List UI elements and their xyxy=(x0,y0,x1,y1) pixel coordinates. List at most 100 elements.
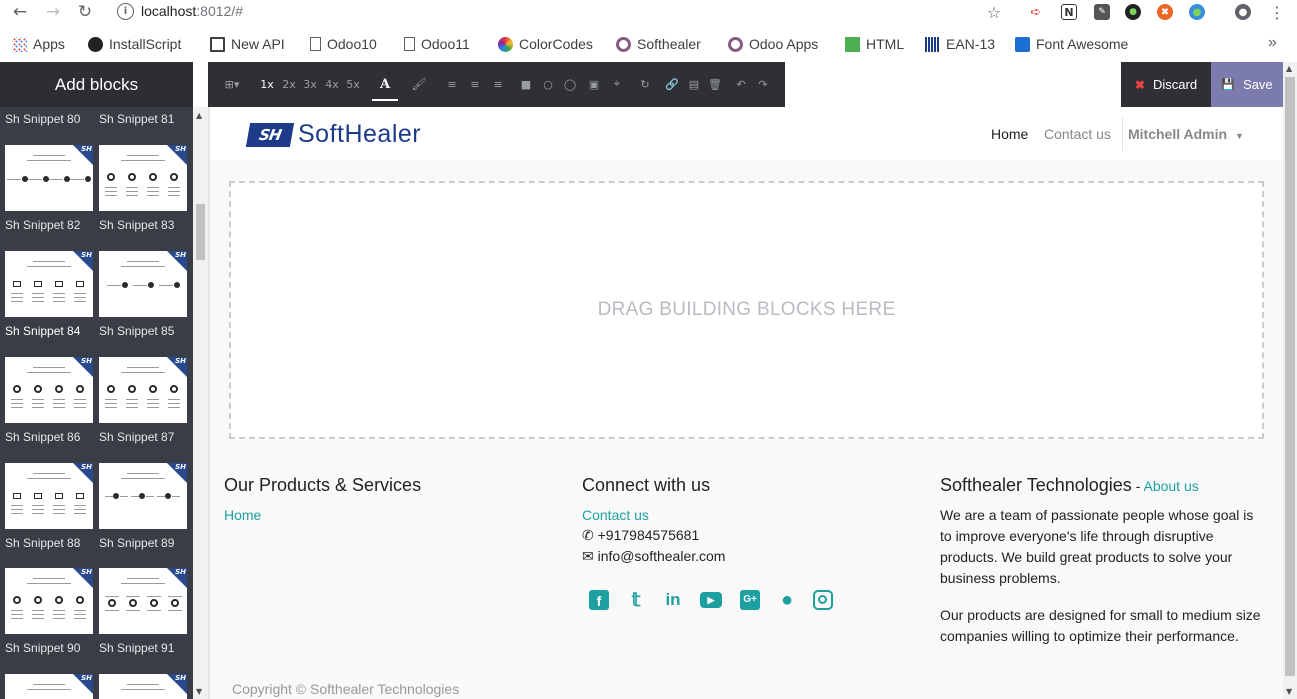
snippet-label[interactable]: Sh Snippet 87 xyxy=(99,430,174,444)
w3-icon xyxy=(845,36,860,52)
about-us-link[interactable]: About us xyxy=(1143,478,1198,494)
square-shape-icon[interactable]: ■ xyxy=(519,76,533,92)
snippet-label[interactable]: Sh Snippet 84 xyxy=(5,324,80,338)
scroll-up-icon[interactable]: ▲ xyxy=(196,111,202,120)
trash-icon[interactable]: 🗑 xyxy=(707,76,723,92)
snippet-thumbnail[interactable]: SH xyxy=(99,145,187,211)
picture-icon[interactable]: ▤ xyxy=(686,76,702,92)
footer-contact-link[interactable]: Contact us xyxy=(582,507,649,523)
twitter-icon[interactable]: 𝕥 xyxy=(625,589,647,611)
snippet-label[interactable]: Sh Snippet 86 xyxy=(5,430,80,444)
scroll-down-icon[interactable]: ▼ xyxy=(1286,687,1292,696)
scroll-down-icon[interactable]: ▼ xyxy=(196,687,202,696)
snippet-thumbnail[interactable]: SH xyxy=(99,674,187,699)
footer-home-link[interactable]: Home xyxy=(224,507,261,523)
undo-icon[interactable]: ↶ xyxy=(733,76,749,92)
instagram-icon[interactable] xyxy=(812,589,834,611)
discard-button[interactable]: ✖ Discard xyxy=(1121,62,1211,107)
bookmark-softhealer[interactable]: Softhealer xyxy=(616,35,701,53)
snippet-label[interactable]: Sh Snippet 80 xyxy=(5,112,80,126)
menu-home[interactable]: Home xyxy=(991,126,1028,142)
snippet-thumbnail[interactable]: SH xyxy=(99,357,187,423)
color-wheel-icon xyxy=(498,36,513,52)
image-icon[interactable]: ▣ xyxy=(586,76,602,92)
extension-n-icon[interactable]: N xyxy=(1061,4,1077,20)
google-plus-icon[interactable]: G+ xyxy=(739,589,761,611)
more-bookmarks-icon[interactable]: » xyxy=(1268,34,1277,52)
info-icon[interactable]: i xyxy=(117,3,134,20)
rounded-shape-icon[interactable]: ◯ xyxy=(563,76,577,92)
bookmark-installscript[interactable]: InstallScript xyxy=(88,35,181,53)
snippet-label[interactable]: Sh Snippet 89 xyxy=(99,536,174,550)
linkedin-icon[interactable]: in xyxy=(662,589,684,611)
scroll-up-icon[interactable]: ▲ xyxy=(1286,64,1292,73)
paint-brush-icon[interactable]: 🖌 xyxy=(410,76,428,92)
extension-globe-icon[interactable]: ● xyxy=(1189,4,1205,20)
account-icon[interactable]: ● xyxy=(1235,4,1251,20)
reload-icon[interactable]: ↻ xyxy=(74,2,96,22)
forward-arrow-icon[interactable]: → xyxy=(42,2,64,22)
site-logo[interactable]: SH SoftHealer xyxy=(245,120,421,149)
align-center-icon[interactable]: ≡ xyxy=(467,76,483,92)
menu-contact-us[interactable]: Contact us xyxy=(1044,126,1111,142)
bookmark-ean13[interactable]: EAN-13 xyxy=(925,35,995,53)
bookmark-odoo-apps[interactable]: Odoo Apps xyxy=(728,35,818,53)
zoom-3x-button[interactable]: 3x xyxy=(302,76,318,92)
snippet-label[interactable]: Sh Snippet 90 xyxy=(5,641,80,655)
refresh-icon[interactable]: ↻ xyxy=(637,76,653,92)
circle-shape-icon[interactable]: ○ xyxy=(541,76,555,92)
crop-icon[interactable]: ⌖ xyxy=(609,76,625,92)
extension-eyedropper-icon[interactable]: ✎ xyxy=(1094,4,1110,20)
redo-icon[interactable]: ↷ xyxy=(755,76,771,92)
bookmark-colorcodes[interactable]: ColorCodes xyxy=(498,35,593,53)
align-left-icon[interactable]: ≡ xyxy=(444,76,460,92)
zoom-4x-button[interactable]: 4x xyxy=(324,76,340,92)
grid-dropdown-icon[interactable]: ⊞▾ xyxy=(220,76,244,92)
bookmark-new-api[interactable]: New API xyxy=(210,35,285,53)
menu-dots-icon[interactable]: ⋮ xyxy=(1266,2,1288,22)
star-icon[interactable]: ☆ xyxy=(983,2,1005,22)
caret-down-icon: ▼ xyxy=(1234,131,1244,141)
address-bar[interactable]: localhost:8012/# xyxy=(141,3,243,19)
extension-orange-icon[interactable]: ✖ xyxy=(1157,4,1173,20)
snippet-thumbnail[interactable]: SH xyxy=(5,463,93,529)
extension-redirect-icon[interactable]: ➪ xyxy=(1028,4,1044,20)
snippet-thumbnail[interactable]: SH xyxy=(5,145,93,211)
extension-speed-icon[interactable]: ● xyxy=(1125,4,1141,20)
snippet-thumbnail[interactable]: SH xyxy=(5,251,93,317)
align-right-icon[interactable]: ≡ xyxy=(490,76,506,92)
snippet-thumbnail[interactable]: SH xyxy=(5,357,93,423)
font-color-icon[interactable]: A xyxy=(374,76,396,92)
snippet-thumbnail[interactable]: SH xyxy=(5,674,93,699)
bookmark-font-awesome[interactable]: Font Awesome xyxy=(1015,35,1128,53)
sidebar-scrollbar[interactable] xyxy=(193,107,208,699)
snippet-label[interactable]: Sh Snippet 83 xyxy=(99,218,174,232)
facebook-icon[interactable]: f xyxy=(588,589,610,611)
snippet-thumbnail[interactable]: SH xyxy=(5,568,93,634)
youtube-icon[interactable]: ▶ xyxy=(700,589,722,611)
user-menu[interactable]: Mitchell Admin ▼ xyxy=(1128,126,1244,142)
zoom-1x-button[interactable]: 1x xyxy=(259,76,275,92)
zoom-5x-button[interactable]: 5x xyxy=(345,76,361,92)
snippet-label[interactable]: Sh Snippet 91 xyxy=(99,641,174,655)
bookmark-odoo11[interactable]: Odoo11 xyxy=(404,35,470,53)
sidebar-scroll-thumb[interactable] xyxy=(196,204,205,260)
save-button[interactable]: 💾 Save xyxy=(1211,62,1283,107)
snippet-thumbnail[interactable]: SH xyxy=(99,568,187,634)
bookmark-html[interactable]: HTML xyxy=(845,35,904,53)
github-icon[interactable]: ● xyxy=(776,589,798,611)
snippet-label[interactable]: Sh Snippet 88 xyxy=(5,536,80,550)
bookmark-apps[interactable]: Apps xyxy=(12,35,65,53)
zoom-2x-button[interactable]: 2x xyxy=(281,76,297,92)
snippet-thumbnail[interactable]: SH xyxy=(99,251,187,317)
snippet-label[interactable]: Sh Snippet 85 xyxy=(99,324,174,338)
drop-zone[interactable]: DRAG BUILDING BLOCKS HERE xyxy=(229,181,1264,439)
snippet-thumbnail[interactable]: SH xyxy=(99,463,187,529)
link-icon[interactable]: 🔗 xyxy=(664,76,680,92)
back-arrow-icon[interactable]: ← xyxy=(9,2,31,22)
snippet-label[interactable]: Sh Snippet 81 xyxy=(99,112,174,126)
page-scroll-thumb[interactable] xyxy=(1285,77,1295,676)
bookmark-odoo10[interactable]: Odoo10 xyxy=(310,35,377,53)
editor-toolbar: ⊞▾ 1x 2x 3x 4x 5x A 🖌 ≡ ≡ ≡ ■ ○ ◯ ▣ ⌖ ↻ … xyxy=(208,62,785,107)
snippet-label[interactable]: Sh Snippet 82 xyxy=(5,218,80,232)
